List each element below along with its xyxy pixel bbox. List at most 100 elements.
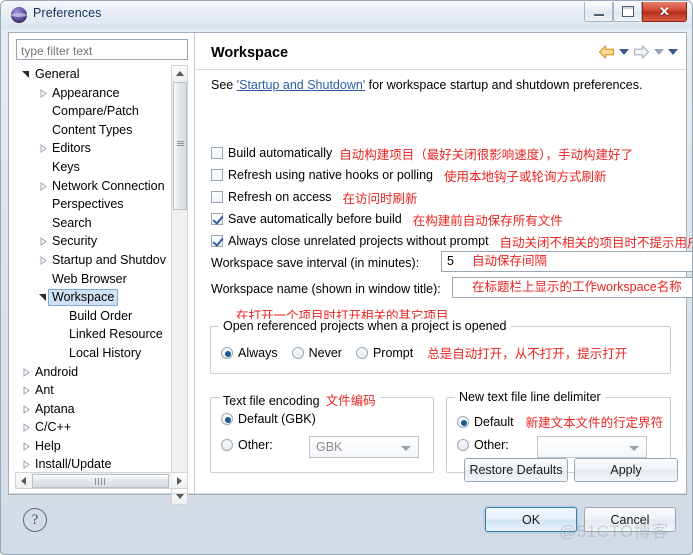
radio-always[interactable] <box>221 346 233 359</box>
chevron-down-icon <box>401 446 411 451</box>
sidebar-item-aptana[interactable]: Aptana <box>16 400 188 419</box>
collapsed-arrow-icon[interactable] <box>40 181 47 191</box>
checkbox-annotation: 在构建前自动保存所有文件 <box>412 213 563 228</box>
referenced-projects-legend: Open referenced projects when a project … <box>219 319 511 333</box>
checkbox-row-always-close-unrelated-projects-without-prompt[interactable]: Always close unrelated projects without … <box>211 231 693 251</box>
text-file-encoding-legend: Text file encoding 文件编码 <box>219 390 380 409</box>
scrollbar-thumb-horizontal[interactable] <box>32 473 169 488</box>
radio-encoding-default[interactable] <box>221 413 233 425</box>
checkbox-annotation: 自动关闭不相关的项目时不提示用户 <box>499 235 693 250</box>
maximize-icon <box>614 2 641 21</box>
checkbox-annotation: 使用本地钩子或轮询方式刷新 <box>443 169 607 184</box>
expanded-arrow-icon[interactable] <box>22 71 29 78</box>
encoding-combo[interactable]: GBK <box>309 436 419 458</box>
collapsed-arrow-icon[interactable] <box>23 460 30 470</box>
delimiter-combo[interactable] <box>537 436 647 458</box>
sidebar-item-label: Editors <box>52 141 91 156</box>
save-interval-label: Workspace save interval (in minutes): <box>211 256 420 270</box>
sidebar-item-help[interactable]: Help <box>16 437 188 456</box>
sidebar-item-perspectives[interactable]: Perspectives <box>16 195 188 214</box>
collapsed-arrow-icon[interactable] <box>23 441 30 451</box>
sidebar-item-android[interactable]: Android <box>16 363 188 382</box>
checkbox-always-close-unrelated-projects-without-prompt[interactable] <box>211 235 223 247</box>
sidebar-item-build-order[interactable]: Build Order <box>16 307 188 326</box>
checkbox-save-automatically-before-build[interactable] <box>211 213 223 225</box>
preferences-tree[interactable]: General Appearance Compare/Patch Content Ty… <box>16 65 188 473</box>
radio-delimiter-default[interactable] <box>457 415 469 428</box>
expanded-arrow-icon[interactable] <box>39 294 46 302</box>
sidebar-item-compare-patch[interactable]: Compare/Patch <box>16 102 188 121</box>
sidebar-item-workspace[interactable]: Workspace <box>16 288 188 307</box>
collapsed-arrow-icon[interactable] <box>40 144 47 154</box>
apply-button[interactable]: Apply <box>574 458 678 482</box>
checkbox-build-automatically[interactable] <box>211 147 223 159</box>
sidebar-item-editors[interactable]: Editors <box>16 139 188 158</box>
sidebar-item-keys[interactable]: Keys <box>16 158 188 177</box>
watermark: @51CTO博客 <box>559 522 669 541</box>
sidebar-item-c-c[interactable]: C/C++ <box>16 418 188 437</box>
sidebar-item-label: Appearance <box>52 85 120 100</box>
minimize-button[interactable] <box>584 2 613 22</box>
radio-delimiter-other[interactable] <box>457 439 469 451</box>
question-mark-icon[interactable]: ? <box>23 508 47 532</box>
page-menu-chevron-down-icon[interactable] <box>668 49 678 55</box>
back-arrow-icon[interactable] <box>598 45 615 59</box>
sidebar-item-label: Install/Update <box>35 457 112 472</box>
sidebar-item-label: Linked Resource <box>69 327 163 342</box>
checkbox-row-refresh-on-access[interactable]: Refresh on access 在访问时刷新 <box>211 187 418 207</box>
startup-shutdown-link[interactable]: 'Startup and Shutdown' <box>237 78 365 92</box>
save-interval-input[interactable]: 5 自动保存间隔 <box>441 251 692 272</box>
scroll-up-button[interactable] <box>172 66 187 81</box>
sidebar-item-startup-and-shutdov[interactable]: Startup and Shutdov <box>16 251 188 270</box>
radio-encoding-other[interactable] <box>221 439 233 451</box>
maximize-button[interactable] <box>613 2 642 22</box>
sidebar-item-security[interactable]: Security <box>16 232 188 251</box>
sidebar-item-label: Startup and Shutdov <box>52 252 166 267</box>
checkbox-row-save-automatically-before-build[interactable]: Save automatically before build 在构建前自动保存所… <box>211 209 563 229</box>
radio-never[interactable] <box>291 346 304 359</box>
sidebar-item-appearance[interactable]: Appearance <box>16 84 188 103</box>
scrollbar-thumb[interactable] <box>172 82 187 210</box>
collapsed-arrow-icon[interactable] <box>23 404 30 414</box>
checkbox-refresh-on-access[interactable] <box>211 191 223 203</box>
checkbox-label: Build automatically <box>228 146 333 160</box>
sidebar-item-label: Search <box>52 215 92 230</box>
tree-horizontal-scrollbar[interactable] <box>15 472 188 489</box>
sidebar-item-label: Web Browser <box>52 271 127 286</box>
collapsed-arrow-icon[interactable] <box>40 255 47 265</box>
sidebar-item-web-browser[interactable]: Web Browser <box>16 270 188 289</box>
tree-vertical-scrollbar[interactable] <box>171 65 188 505</box>
dialog-content: General Appearance Compare/Patch Content Ty… <box>8 32 692 505</box>
collapsed-arrow-icon[interactable] <box>40 88 47 98</box>
close-button[interactable]: ✕ <box>642 2 687 22</box>
collapsed-arrow-icon[interactable] <box>23 386 30 396</box>
scroll-left-button[interactable] <box>16 473 31 488</box>
sidebar-item-general[interactable]: General <box>16 65 188 84</box>
collapsed-arrow-icon[interactable] <box>23 423 30 433</box>
eclipse-sphere-icon <box>11 7 27 23</box>
checkbox-row-build-automatically[interactable]: Build automatically 自动构建项目（最好关闭很影响速度），手动构… <box>211 143 633 163</box>
grip-icon <box>176 141 184 147</box>
restore-defaults-button[interactable]: Restore Defaults <box>464 458 568 482</box>
sidebar-item-search[interactable]: Search <box>16 214 188 233</box>
radio-prompt[interactable] <box>355 346 368 359</box>
checkbox-row-refresh-using-native-hooks-or-polling[interactable]: Refresh using native hooks or polling 使用本… <box>211 165 607 185</box>
sidebar-item-ant[interactable]: Ant <box>16 381 188 400</box>
filter-input[interactable] <box>16 39 188 60</box>
sidebar-item-local-history[interactable]: Local History <box>16 344 188 363</box>
sidebar-item-linked-resource[interactable]: Linked Resource <box>16 325 188 344</box>
collapsed-arrow-icon[interactable] <box>40 237 47 247</box>
sidebar-item-install-update[interactable]: Install/Update <box>16 455 188 473</box>
forward-menu-chevron-down-icon <box>654 49 664 55</box>
radio-encoding-default-label: Default (GBK) <box>238 412 316 426</box>
checkbox-refresh-using-native-hooks-or-polling[interactable] <box>211 169 223 181</box>
scroll-right-button[interactable] <box>172 473 187 488</box>
workspace-name-input[interactable]: 在标题栏上显示的工作workspace名称 <box>452 277 692 298</box>
sidebar-item-content-types[interactable]: Content Types <box>16 121 188 140</box>
workspace-name-annotation: 在标题栏上显示的工作workspace名称 <box>472 280 682 294</box>
triangle-right-icon <box>177 476 182 485</box>
back-menu-chevron-down-icon[interactable] <box>619 49 629 55</box>
sidebar-item-network-connection[interactable]: Network Connection <box>16 177 188 196</box>
collapsed-arrow-icon[interactable] <box>23 367 30 377</box>
encoding-default-row: Default (GBK) <box>221 412 316 426</box>
